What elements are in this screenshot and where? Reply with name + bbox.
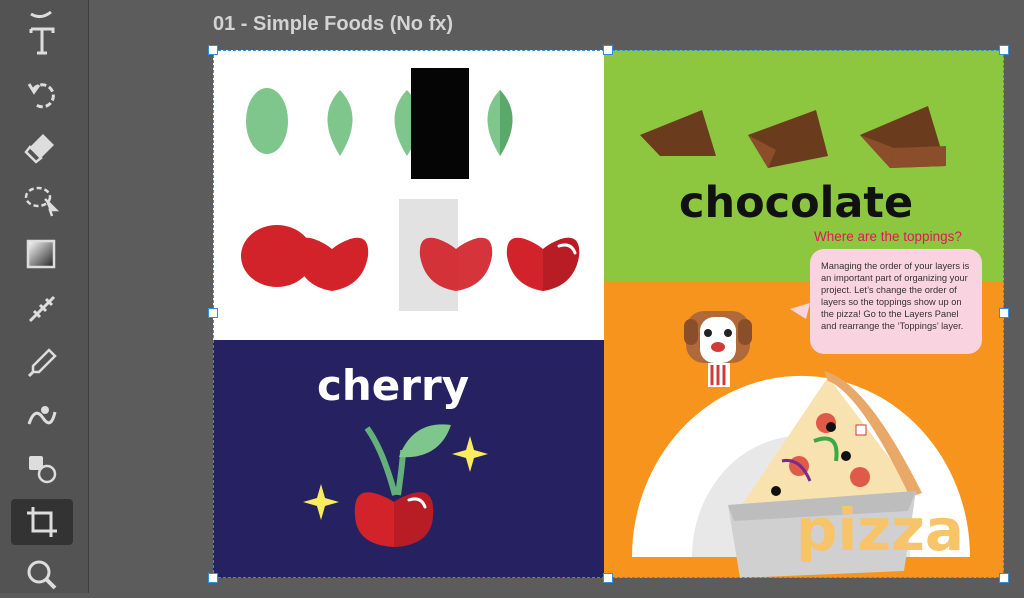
leaves-cherries-panel [213,50,604,340]
clone-icon [29,456,57,484]
toppings-question: Where are the toppings? [814,229,962,244]
handle-top-right[interactable] [999,45,1009,55]
eyedropper-tool-button[interactable] [11,340,73,386]
handle-top-left[interactable] [208,45,218,55]
artboard-title[interactable]: 01 - Simple Foods (No fx) [213,13,453,36]
crop-tool-button[interactable] [11,499,73,545]
handle-bottom-left[interactable] [208,573,218,583]
pizza-label: pizza [796,496,965,564]
handle-bottom-middle[interactable] [603,573,613,583]
crop-icon [27,507,57,537]
chocolate-label: chocolate [679,178,914,228]
zoom-icon [27,560,57,590]
warp-icon [27,406,57,425]
tools-panel [0,0,89,593]
gradient-icon [26,239,56,269]
lasso-tool-button[interactable] [11,178,73,224]
dog-character [684,311,752,387]
gradient-tool-button[interactable] [11,232,73,278]
ruler-icon [28,295,56,323]
warp-tool-button[interactable] [11,394,73,440]
handle-middle-left[interactable] [208,308,218,318]
lasso-icon [24,186,60,217]
type-tool-button[interactable] [11,18,73,64]
sparkle-left [303,484,339,520]
cherry-heart [295,237,369,291]
type-icon [29,27,55,55]
sparkle-right [452,436,488,472]
cherry-leaf [399,424,451,458]
measure-tool-button[interactable] [11,286,73,332]
rotate-icon [27,83,55,109]
handle-middle-right[interactable] [999,308,1009,318]
clone-tool-button[interactable] [11,446,73,492]
leaf-pointed [327,90,353,156]
zoom-tool-button[interactable] [11,552,73,598]
black-rectangle [411,68,469,179]
food-shapes [241,68,580,311]
eyedropper-icon [27,348,57,378]
rotate-view-tool-button[interactable] [11,72,73,118]
handle-top-middle[interactable] [603,45,613,55]
handle-bottom-right[interactable] [999,573,1009,583]
leaf-ellipse [246,88,288,154]
chocolate-pieces [640,106,946,168]
eraser-tool-button[interactable] [11,124,73,170]
instructions-bubble: Managing the order of your layers is an … [810,249,982,354]
chocolate-panel [604,50,1004,281]
cherry-label: cherry [317,361,470,410]
eraser-icon [24,134,54,164]
